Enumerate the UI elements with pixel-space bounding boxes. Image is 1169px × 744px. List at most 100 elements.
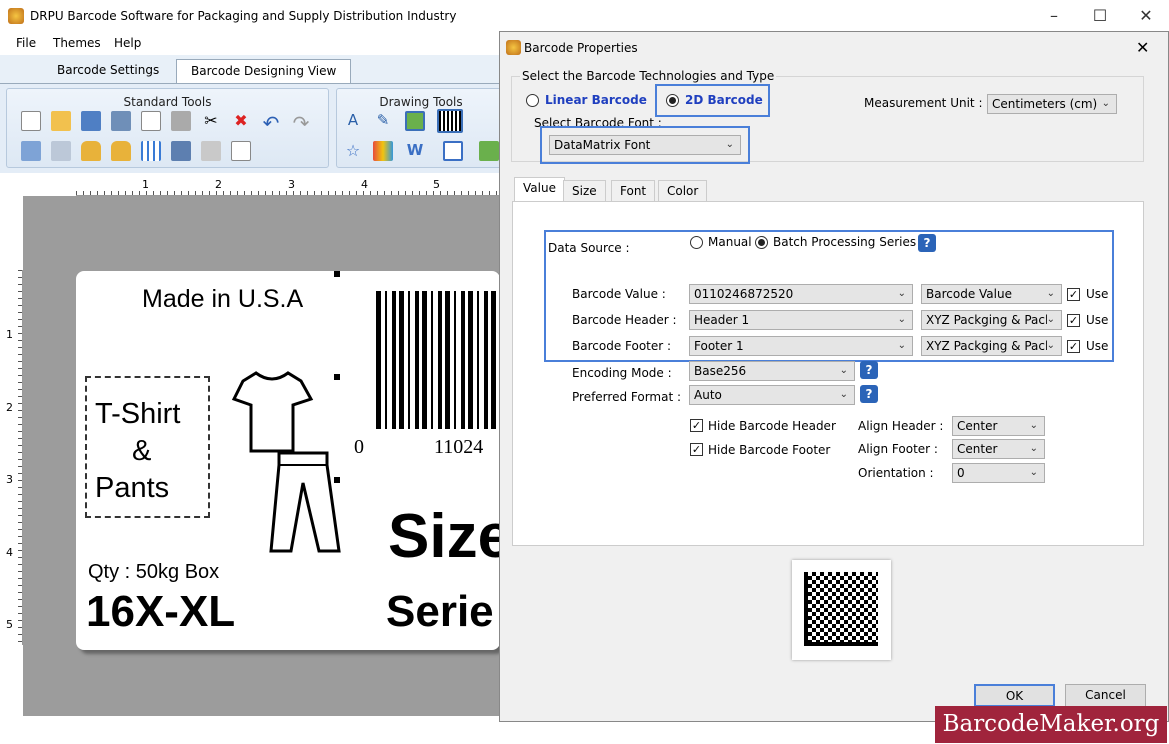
menu-themes[interactable]: Themes: [53, 36, 101, 50]
paste-icon[interactable]: [171, 111, 191, 131]
row-label: Barcode Header :: [572, 313, 677, 327]
picture-icon[interactable]: [479, 141, 499, 161]
use-checkbox[interactable]: ✓: [1067, 288, 1080, 301]
barcode-footer-select[interactable]: Footer 1 ⌄: [689, 336, 913, 356]
tab-size[interactable]: Size: [563, 180, 606, 202]
wordart-icon[interactable]: W: [405, 141, 425, 161]
align-footer-value: Center: [957, 442, 998, 456]
text-icon[interactable]: A: [343, 111, 363, 131]
made-in-text[interactable]: Made in U.S.A: [142, 285, 303, 314]
format-select[interactable]: Auto ⌄: [689, 385, 855, 405]
app-icon: [8, 8, 24, 24]
linear-barcode-label[interactable]: Linear Barcode: [545, 93, 647, 107]
tab-barcode-settings[interactable]: Barcode Settings: [43, 59, 173, 83]
tab-value[interactable]: Value: [514, 177, 565, 202]
minimize-icon[interactable]: –: [1031, 0, 1077, 31]
tab-font[interactable]: Font: [611, 180, 656, 202]
maximize-icon[interactable]: ☐: [1077, 0, 1123, 31]
series-text[interactable]: Serie: [386, 587, 494, 637]
grid-icon[interactable]: [141, 141, 161, 161]
align-header-select[interactable]: Center ⌄: [952, 416, 1045, 436]
barcode-footer-source[interactable]: XYZ Packging & Pacl ⌄: [921, 336, 1062, 356]
hide-header-label[interactable]: Hide Barcode Header: [708, 419, 836, 433]
standard-tools-label: Standard Tools: [123, 95, 212, 109]
template-icon[interactable]: [171, 141, 191, 161]
open-icon[interactable]: [51, 111, 71, 131]
batch-label[interactable]: Batch Processing Series: [773, 235, 916, 249]
copy-icon[interactable]: [141, 111, 161, 131]
help-icon[interactable]: ?: [918, 234, 936, 252]
manual-label[interactable]: Manual: [708, 235, 752, 249]
hide-footer-label[interactable]: Hide Barcode Footer: [708, 443, 830, 457]
menu-help[interactable]: Help: [114, 36, 141, 50]
encoding-select[interactable]: Base256 ⌄: [689, 361, 855, 381]
barcode-header-source[interactable]: XYZ Packging & Pacl ⌄: [921, 310, 1062, 330]
save-icon[interactable]: [81, 111, 101, 131]
undo-icon[interactable]: ↶: [261, 111, 281, 135]
tshirt-box[interactable]: T-Shirt & Pants: [85, 376, 210, 518]
barcode-value-source[interactable]: Barcode Value ⌄: [921, 284, 1062, 304]
dialog-close-icon[interactable]: ✕: [1136, 38, 1149, 57]
measurement-select[interactable]: Centimeters (cm) ⌄: [987, 94, 1117, 114]
cancel-button[interactable]: Cancel: [1065, 684, 1146, 707]
help-icon[interactable]: ?: [860, 361, 878, 379]
barcode-label[interactable]: Made in U.S.A T-Shirt & Pants 0 11024 Qt…: [76, 271, 512, 650]
barcode-value-select[interactable]: 0110246872520 ⌄: [689, 284, 913, 304]
unlock-icon[interactable]: [111, 141, 131, 161]
export-icon[interactable]: [231, 141, 251, 161]
qty-text[interactable]: Qty : 50kg Box: [88, 561, 219, 584]
batch-radio[interactable]: [755, 236, 768, 249]
align-header-label: Align Header :: [858, 419, 944, 433]
selection-handle[interactable]: [334, 477, 340, 483]
clothing-icon[interactable]: [231, 371, 346, 561]
2d-barcode-radio[interactable]: [666, 94, 679, 107]
tab-color[interactable]: Color: [658, 180, 708, 202]
align-footer-select[interactable]: Center ⌄: [952, 439, 1045, 459]
help-icon[interactable]: ?: [860, 385, 878, 403]
image-icon[interactable]: [405, 111, 425, 131]
lock-icon[interactable]: [81, 141, 101, 161]
encoding-label: Encoding Mode :: [572, 366, 672, 380]
ungroup-icon[interactable]: [51, 141, 71, 161]
use-checkbox[interactable]: ✓: [1067, 340, 1080, 353]
barcode-header-select[interactable]: Header 1 ⌄: [689, 310, 913, 330]
barcode-image[interactable]: [376, 291, 500, 429]
ruler-h-1: 1: [142, 178, 149, 191]
ok-button[interactable]: OK: [974, 684, 1055, 707]
font-select[interactable]: DataMatrix Font ⌄: [549, 135, 741, 155]
size-code-text[interactable]: 16X-XL: [86, 587, 235, 637]
barcode-header-value: Header 1: [694, 313, 750, 327]
encoding-value: Base256: [694, 364, 747, 378]
2d-barcode-label[interactable]: 2D Barcode: [685, 93, 763, 107]
ribbon: Standard Tools ✂ ✖ ↶ ↷ Drawing Tools A ✎…: [0, 83, 506, 173]
star-icon[interactable]: ☆: [343, 141, 363, 161]
orientation-select[interactable]: 0 ⌄: [952, 463, 1045, 483]
delete-icon[interactable]: ✖: [231, 111, 251, 131]
selection-handle[interactable]: [334, 374, 340, 380]
hide-header-checkbox[interactable]: ✓: [690, 419, 703, 432]
cut-icon[interactable]: ✂: [201, 111, 221, 131]
selection-handle[interactable]: [334, 271, 340, 277]
barcode-icon[interactable]: [437, 109, 463, 133]
shape-icon[interactable]: [443, 141, 463, 161]
group-icon[interactable]: [21, 141, 41, 161]
print-icon[interactable]: [201, 141, 221, 161]
manual-radio[interactable]: [690, 236, 703, 249]
size-text[interactable]: Size: [388, 501, 512, 572]
use-checkbox[interactable]: ✓: [1067, 314, 1080, 327]
format-label: Preferred Format :: [572, 390, 682, 404]
close-icon[interactable]: ✕: [1123, 0, 1169, 31]
linear-barcode-radio[interactable]: [526, 94, 539, 107]
barcode-value: 0110246872520: [694, 287, 794, 301]
menu-file[interactable]: File: [16, 36, 36, 50]
redo-icon[interactable]: ↷: [291, 111, 311, 135]
tshirt-text-1: T-Shirt: [95, 398, 181, 430]
library-icon[interactable]: [373, 141, 393, 161]
tab-barcode-designing-view[interactable]: Barcode Designing View: [176, 59, 352, 83]
hide-footer-checkbox[interactable]: ✓: [690, 443, 703, 456]
new-icon[interactable]: [21, 111, 41, 131]
save-as-icon[interactable]: [111, 111, 131, 131]
pencil-icon[interactable]: ✎: [373, 111, 393, 131]
align-footer-label: Align Footer :: [858, 442, 938, 456]
watermark: BarcodeMaker.org: [935, 706, 1167, 743]
